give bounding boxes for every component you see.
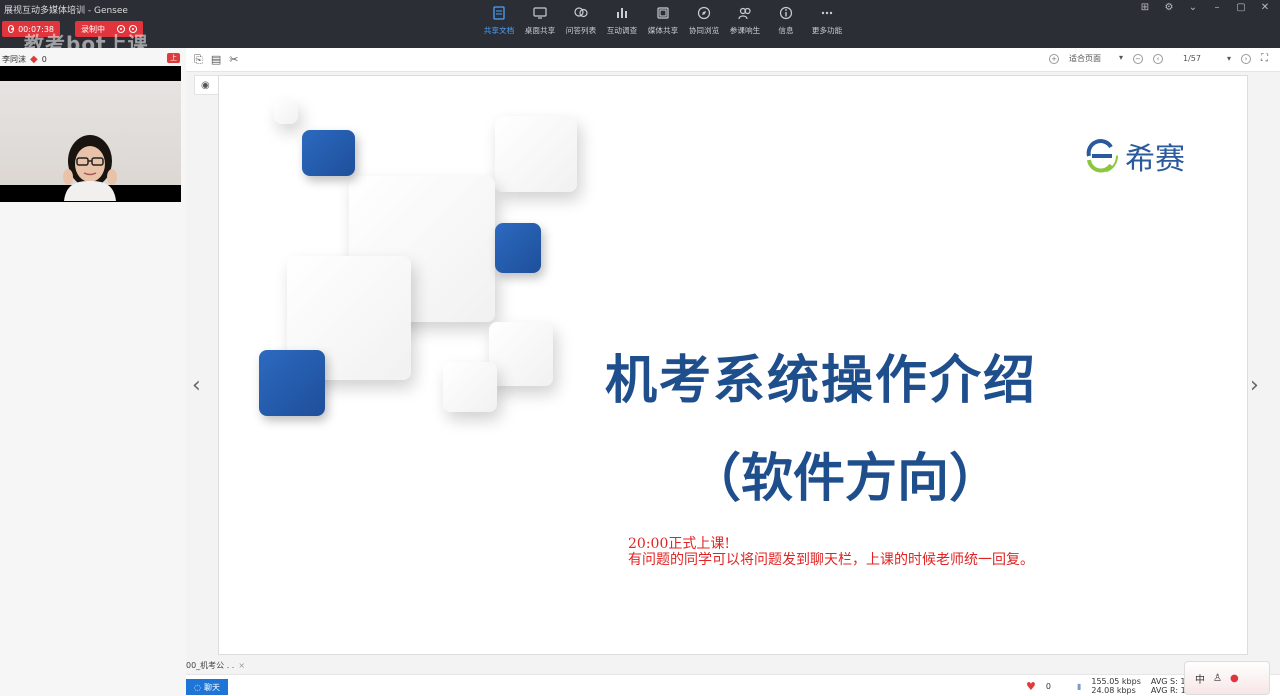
document-tab[interactable]: 00_机考公 . . ×: [186, 658, 286, 672]
grid-icon[interactable]: ⊞: [1138, 1, 1152, 13]
qa-icon: [573, 7, 588, 18]
next-slide-arrow[interactable]: ›: [1250, 373, 1259, 398]
chevron-down-icon: ▾: [1118, 53, 1123, 62]
prev-slide-arrow[interactable]: ‹: [192, 373, 201, 398]
slide: 希赛 机考系统操作介绍 （软件方向） 20:00正式上课! 有问题的同学可以将问…: [218, 75, 1248, 655]
slide-title: 机考系统操作介绍: [605, 351, 1038, 411]
fullscreen-icon[interactable]: ⛶: [1261, 53, 1268, 64]
decor-tile: [274, 100, 298, 124]
desktop-icon: [532, 7, 547, 19]
decor-tile-blue: [259, 350, 325, 416]
question-notice: 有问题的同学可以将问题发到聊天栏，上课的时候老师统一回复。: [628, 552, 1034, 568]
speaker-badge: 上: [167, 53, 180, 63]
zoom-select[interactable]: 适合页面 ▾: [1069, 53, 1123, 64]
window-title: 展视互动多媒体培训 - Gensee: [4, 6, 128, 16]
upload-rate: 155.05 kbps: [1091, 677, 1141, 686]
teacher-video[interactable]: [0, 66, 181, 202]
media-icon: [656, 7, 669, 19]
brand-mark-icon: [1084, 139, 1118, 173]
decor-tile-blue: [495, 223, 541, 273]
tab-media-share[interactable]: 媒体共享: [644, 6, 681, 36]
page-indicator[interactable]: 1/57 ▾: [1173, 54, 1231, 63]
decor-tile: [489, 322, 553, 386]
main-toolbar: 共享文档 桌面共享 问答列表 互动调查 媒体共享 协同浏览 参课响生 信息 更多…: [480, 6, 845, 36]
chat-button[interactable]: ◌ 聊天: [186, 679, 228, 695]
window-controls: ⊞ ⚙ ⌄ – ▢ ✕: [1138, 1, 1272, 13]
next-page-icon[interactable]: ›: [1241, 53, 1251, 64]
minimize-icon[interactable]: –: [1210, 1, 1224, 13]
more-icon: [821, 11, 832, 15]
chevron-down-icon: ▾: [1226, 54, 1231, 63]
tab-desktop-share[interactable]: 桌面共享: [521, 6, 558, 36]
ime-mascot-icon: ●: [1229, 672, 1239, 684]
poll-icon: [616, 8, 627, 18]
record-icon: [8, 25, 15, 33]
settings-icon[interactable]: ⚙: [1162, 1, 1176, 13]
gift-count: 0: [41, 54, 47, 64]
document-icon: [492, 6, 505, 20]
decor-tile: [443, 362, 497, 412]
tab-info[interactable]: 信息: [767, 6, 804, 36]
teacher-avatar: [63, 135, 117, 201]
prev-page-icon[interactable]: ‹: [1153, 53, 1163, 64]
decor-tile-blue: [302, 130, 355, 176]
participant-row: 李同沫 ◆ 0 上: [0, 52, 186, 66]
info-icon: [779, 6, 792, 20]
tab-more[interactable]: 更多功能: [808, 6, 845, 36]
participant-name: 李同沫: [2, 54, 26, 64]
tab-shared-document[interactable]: 共享文档: [480, 6, 517, 36]
chat-icon: ◌: [194, 682, 201, 692]
scissors-icon[interactable]: ✂: [229, 53, 238, 67]
gift-icon: ◆: [30, 53, 38, 65]
slide-subtitle: （软件方向）: [689, 449, 1002, 509]
left-panel: 李同沫 ◆ 0 上: [0, 48, 186, 696]
zoom-out-icon[interactable]: −: [1133, 53, 1143, 64]
tab-interactive-poll[interactable]: 互动调查: [603, 6, 640, 36]
signal-icon: ▮: [1076, 681, 1082, 691]
download-rate: 24.08 kbps: [1091, 686, 1136, 695]
tab-co-browse[interactable]: 协同浏览: [685, 6, 722, 36]
laser-pointer-icon[interactable]: ◉: [201, 80, 210, 91]
ime-shirt-icon: ♙: [1213, 672, 1222, 684]
ime-toolbar[interactable]: 中 ♙ ●: [1184, 661, 1270, 695]
open-document-icon[interactable]: ▤: [211, 53, 221, 67]
collapse-icon[interactable]: ⌄: [1186, 1, 1200, 13]
network-stats: ♥ 0 ▮ 155.05 kbps 24.08 kbps AVG S: 13 A…: [1026, 677, 1191, 695]
new-document-icon[interactable]: ⎘: [194, 53, 203, 67]
tab-participants[interactable]: 参课响生: [726, 6, 763, 36]
compass-icon: [697, 6, 710, 20]
close-tab-icon[interactable]: ×: [238, 661, 245, 670]
maximize-icon[interactable]: ▢: [1234, 1, 1248, 13]
video-frame: [0, 81, 181, 201]
brand-logo: 希赛: [1081, 134, 1185, 178]
document-toolbar: ⎘ ▤ ✂ + 适合页面 ▾ − ‹ 1/57 ▾ › ⛶: [186, 48, 1280, 72]
status-bar: ◌ 聊天 ♥ 0 ▮ 155.05 kbps 24.08 kbps AVG S:…: [186, 661, 1280, 696]
zoom-in-icon[interactable]: +: [1049, 53, 1059, 64]
like-icon[interactable]: ♥: [1026, 680, 1036, 693]
title-bar: 展视互动多媒体培训 - Gensee 00:07:38 录制中 教考bot上课 …: [0, 0, 1280, 56]
users-icon: [737, 7, 751, 20]
close-icon[interactable]: ✕: [1258, 1, 1272, 13]
tab-qa-list[interactable]: 问答列表: [562, 6, 599, 36]
decor-tile: [495, 116, 577, 192]
like-count: 0: [1045, 681, 1051, 691]
